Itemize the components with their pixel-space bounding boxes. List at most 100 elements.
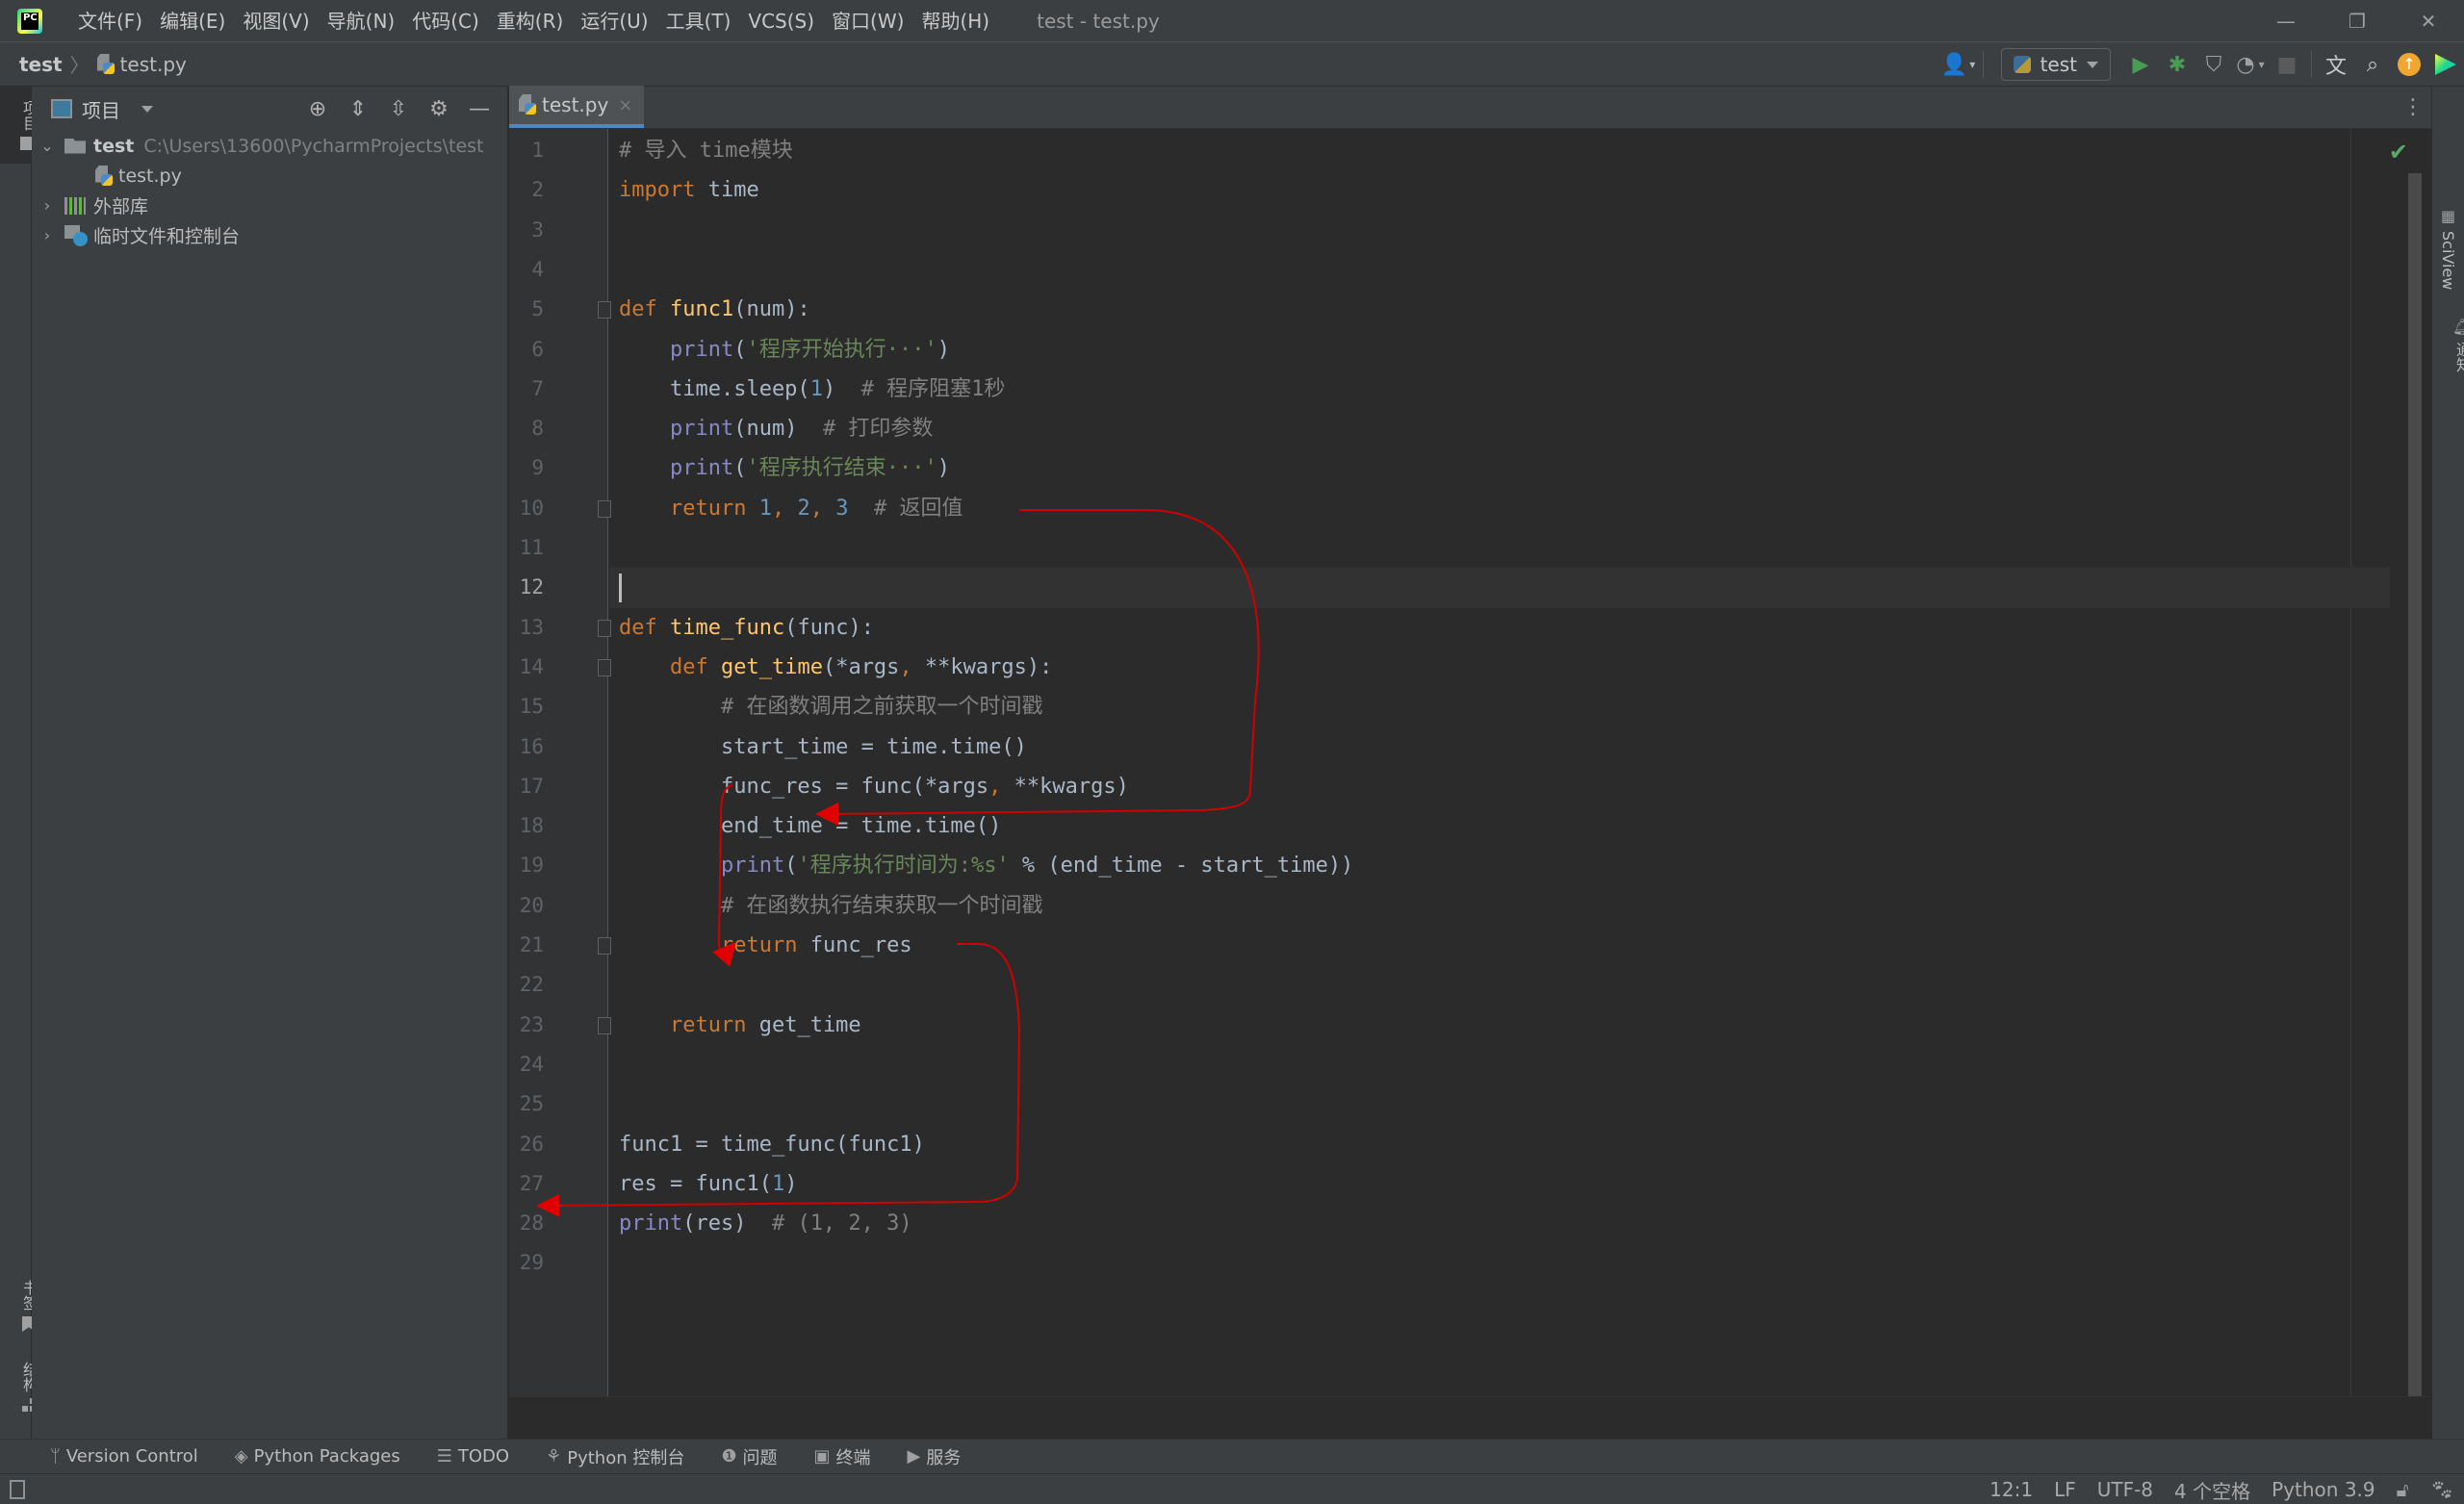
menu-item[interactable]: 代码(C)	[403, 0, 488, 42]
gear-icon[interactable]: ⚙	[419, 97, 459, 121]
vertical-scrollbar[interactable]	[2408, 173, 2422, 1419]
project-tool-tab[interactable]: 项目	[0, 87, 38, 164]
code-line[interactable]: print('程序执行结束···')	[619, 448, 950, 488]
code-line[interactable]: end_time = time.time()	[619, 806, 1001, 846]
code-line[interactable]: print(res) # (1, 2, 3)	[619, 1204, 912, 1243]
stop-icon[interactable]: ■	[2269, 42, 2305, 87]
menu-item[interactable]: VCS(S)	[739, 0, 823, 42]
code-token: (	[784, 854, 798, 879]
code-line[interactable]: return func_res	[619, 926, 912, 965]
close-button[interactable]: ✕	[2393, 0, 2464, 42]
restore-button[interactable]: ❐	[2322, 0, 2393, 42]
user-icon[interactable]: 👤 ▾	[1940, 42, 1977, 87]
code-token: end_time = time.time()	[619, 814, 1002, 839]
tool-window-button[interactable]: ☰ TODO	[437, 1446, 509, 1466]
menu-item[interactable]: 文件(F)	[69, 0, 151, 42]
close-tab-icon[interactable]: ×	[618, 95, 632, 115]
lock-icon[interactable]: 🔓︎	[2397, 1478, 2409, 1501]
minimize-button[interactable]: —	[2250, 0, 2322, 42]
tool-window-button[interactable]: ᛘ Version Control	[50, 1446, 198, 1466]
menu-item[interactable]: 导航(N)	[319, 0, 404, 42]
tool-window-button[interactable]: ⚘ Python 控制台	[546, 1444, 684, 1469]
menu-item[interactable]: 编辑(E)	[151, 0, 234, 42]
tree-item-scratches[interactable]: › 临时文件和控制台	[36, 220, 507, 250]
menu-item[interactable]: 运行(U)	[572, 0, 656, 42]
tree-item-external-libraries[interactable]: › 外部库	[36, 191, 507, 220]
left-tool-stripe: 项目 书签 结构	[0, 87, 38, 1439]
project-view-title[interactable]: 项目	[82, 95, 120, 123]
update-icon[interactable]: ↑	[2391, 42, 2427, 87]
code-token: ,	[899, 654, 912, 679]
project-view-icon	[51, 99, 72, 118]
inspection-ok-icon[interactable]: ✔	[2389, 139, 2408, 166]
code-token: def	[619, 297, 657, 322]
file-encoding[interactable]: UTF-8	[2097, 1478, 2153, 1501]
code-line[interactable]: def get_time(*args, **kwargs):	[619, 648, 1052, 687]
database-tool-tab[interactable]: ☰ 数据库	[2439, 98, 2464, 168]
code-line[interactable]: func_res = func(*args, **kwargs)	[619, 767, 1129, 806]
code-line[interactable]: print(num) # 打印参数	[619, 409, 933, 448]
chevron-down-icon[interactable]: ⌄	[36, 137, 59, 155]
line-separator[interactable]: LF	[2054, 1478, 2076, 1501]
toolbox-icon[interactable]	[2427, 42, 2464, 87]
code-area[interactable]: # 导入 time模块 import time def func1(num): pr…	[509, 129, 2431, 1396]
chevron-right-icon[interactable]: ›	[36, 196, 59, 215]
code-token: func1 = time_func(func1)	[619, 1132, 925, 1157]
menu-item[interactable]: 窗口(W)	[823, 0, 912, 42]
code-line[interactable]: # 导入 time模块	[619, 131, 793, 170]
code-token: # 在函数执行结束获取一个时间戳	[720, 893, 1043, 918]
translate-icon[interactable]: 文	[2318, 42, 2354, 87]
breadcrumb-file[interactable]: test.py	[120, 53, 187, 76]
notifications-tool-tab[interactable]: 🔔︎ 通知	[2439, 318, 2464, 372]
python-interpreter[interactable]: Python 3.9	[2272, 1478, 2375, 1501]
menu-item[interactable]: 工具(T)	[657, 0, 740, 42]
code-token: print	[669, 417, 734, 442]
coverage-icon[interactable]: ⛉	[2195, 42, 2232, 87]
run-configuration-select[interactable]: test	[2000, 48, 2111, 81]
code-line[interactable]: import time	[619, 170, 759, 210]
chevron-down-icon[interactable]	[141, 105, 153, 113]
run-icon[interactable]: ▶	[2122, 42, 2159, 87]
menu-item[interactable]: 帮助(H)	[912, 0, 998, 42]
debug-icon[interactable]: ✱	[2159, 42, 2195, 87]
code-line[interactable]: # 在函数调用之前获取一个时间戳	[619, 687, 1043, 727]
more-options-icon[interactable]: ⋮	[2402, 87, 2424, 129]
code-line[interactable]: func1 = time_func(func1)	[619, 1125, 925, 1164]
tool-window-button[interactable]: ▶ 服务	[908, 1444, 962, 1469]
code-line[interactable]: print('程序执行时间为:%s' % (end_time - start_t…	[619, 846, 1353, 885]
code-line[interactable]: # 在函数执行结束获取一个时间戳	[619, 886, 1043, 926]
tool-window-button[interactable]: ▣ 终端	[814, 1444, 871, 1469]
hide-icon[interactable]: —	[459, 97, 500, 121]
search-icon[interactable]: ⌕	[2354, 42, 2391, 87]
code-line[interactable]: return get_time	[619, 1006, 861, 1045]
indent-setting[interactable]: 4 个空格	[2174, 1476, 2250, 1504]
sciview-tool-tab[interactable]: ▦ SciView	[2439, 207, 2457, 290]
tool-window-button[interactable]: ◈ Python Packages	[235, 1446, 400, 1466]
baidu-paw-icon[interactable]: 🐾︎	[2430, 1478, 2454, 1501]
menu-item[interactable]: 视图(V)	[234, 0, 318, 42]
chevron-right-icon[interactable]: ›	[36, 226, 59, 244]
caret-position[interactable]: 12:1	[1989, 1478, 2033, 1501]
code-line[interactable]: start_time = time.time()	[619, 727, 1027, 767]
horizontal-scroll-area	[509, 1396, 2431, 1439]
locate-file-icon[interactable]: ⊕	[297, 97, 338, 121]
menu-item[interactable]: 重构(R)	[488, 0, 573, 42]
code-line[interactable]: res = func1(1)	[619, 1164, 797, 1204]
tool-window-button[interactable]: ❶ 问题	[721, 1444, 777, 1469]
tree-item-project-root[interactable]: ⌄ test C:\Users\13600\PycharmProjects\te…	[36, 131, 507, 161]
tab-test-py[interactable]: test.py ×	[509, 86, 645, 128]
code-line[interactable]: def time_func(func):	[619, 608, 874, 648]
toggle-tool-windows-icon[interactable]	[10, 1479, 25, 1499]
code-line[interactable]: def func1(num):	[619, 290, 810, 329]
code-token: (*args	[822, 654, 900, 679]
code-line[interactable]: return 1, 2, 3 # 返回值	[619, 489, 962, 528]
profile-icon[interactable]: ◔ ▾	[2232, 42, 2269, 87]
code-line[interactable]: print('程序开始执行···')	[619, 330, 950, 370]
code-line[interactable]: time.sleep(1) # 程序阻塞1秒	[619, 370, 1005, 409]
expand-all-icon[interactable]: ⇕	[338, 97, 378, 121]
breadcrumb-project[interactable]: test	[19, 53, 63, 76]
collapse-all-icon[interactable]: ⇳	[378, 97, 419, 121]
tree-item-file[interactable]: test.py	[36, 161, 507, 191]
